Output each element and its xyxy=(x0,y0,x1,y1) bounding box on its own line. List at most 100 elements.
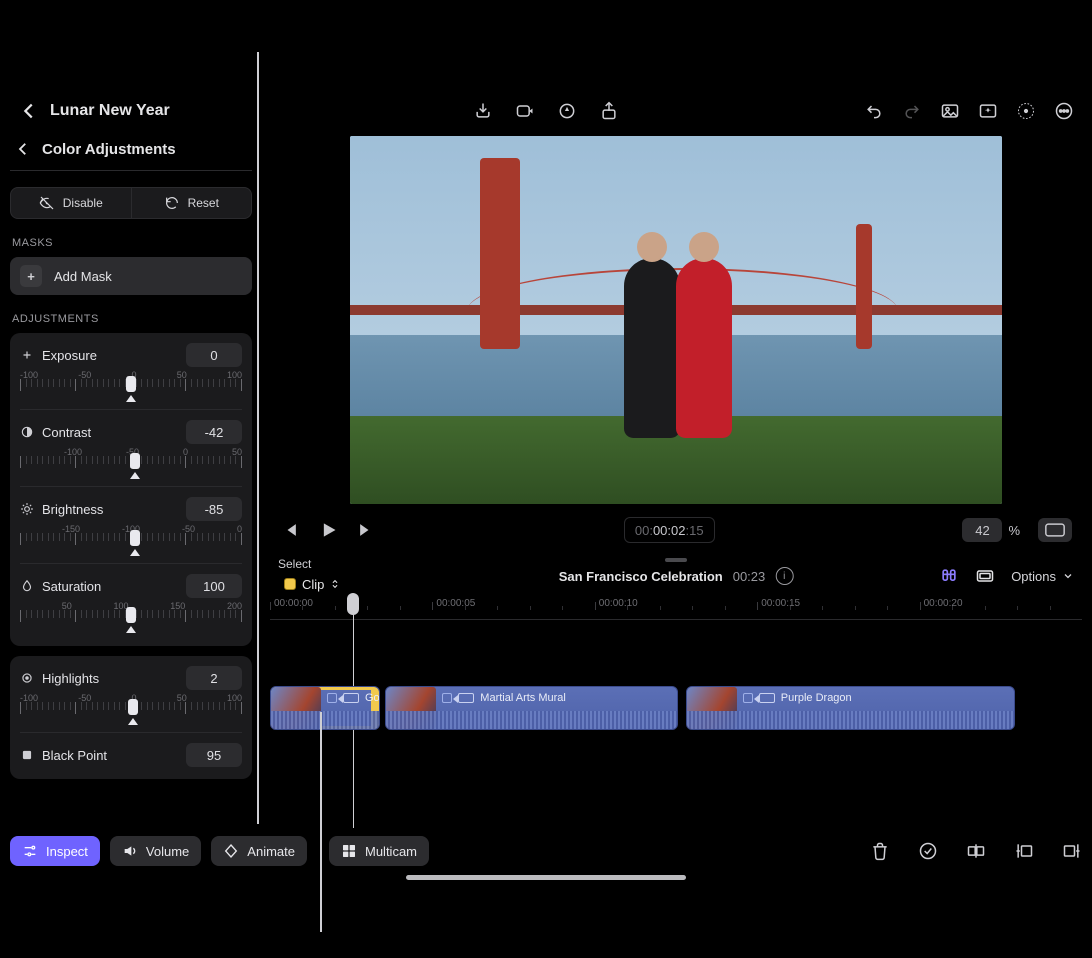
slider-handle-icon xyxy=(126,626,136,634)
bottom-right-tools xyxy=(870,841,1082,861)
adjustment-slider[interactable]: -100-50050100 xyxy=(20,373,242,401)
camera-icon xyxy=(458,693,474,703)
ruler-label: 00:00:15 xyxy=(761,598,800,609)
adjustment-value[interactable]: 0 xyxy=(186,343,242,367)
options-label: Options xyxy=(1011,569,1056,584)
approve-icon[interactable] xyxy=(918,841,938,861)
inspector-title: Color Adjustments xyxy=(42,141,176,158)
slider-thumb[interactable] xyxy=(128,699,138,715)
speaker-icon xyxy=(122,843,138,859)
viewer-area xyxy=(270,130,1082,510)
disable-button[interactable]: Disable xyxy=(10,187,132,219)
share-icon[interactable] xyxy=(599,101,619,121)
undo-icon[interactable] xyxy=(864,101,884,121)
chevron-up-down-icon xyxy=(330,579,340,589)
preview-viewer[interactable] xyxy=(350,136,1002,504)
play-icon[interactable] xyxy=(318,520,338,540)
camera-icon xyxy=(343,693,359,703)
adjustment-row: Contrast -42 xyxy=(20,420,242,444)
inspector-actions: Disable Reset xyxy=(10,187,252,219)
home-indicator xyxy=(406,875,686,880)
timecode-display[interactable]: 00: 00:02 :15 xyxy=(624,517,715,543)
trash-icon[interactable] xyxy=(870,841,890,861)
next-frame-icon[interactable] xyxy=(356,520,376,540)
slider-thumb[interactable] xyxy=(126,376,136,392)
info-icon[interactable]: i xyxy=(775,567,793,585)
timecode-main: 00:02 xyxy=(653,523,686,538)
titlebar-center-tools xyxy=(473,101,619,121)
timeline-ruler[interactable]: 00:00:0000:00:0500:00:1000:00:1500:00:20 xyxy=(270,596,1082,620)
chevron-down-icon xyxy=(1062,570,1074,582)
titlebar-right-tools xyxy=(864,101,1074,121)
timeline-tracks[interactable]: Golden Martial Arts Mural Purple Dragon xyxy=(270,630,1082,790)
fit-to-screen-button[interactable] xyxy=(1038,518,1072,542)
reset-button[interactable]: Reset xyxy=(132,187,253,219)
timeline-clip[interactable]: Golden xyxy=(270,686,380,730)
adjustment-row: Highlights 2 xyxy=(20,666,242,690)
timeline-header-right: Options xyxy=(939,566,1074,586)
adjustment-value[interactable]: 100 xyxy=(186,574,242,598)
project-title: Lunar New Year xyxy=(50,102,170,120)
add-mask-label: Add Mask xyxy=(54,269,112,284)
adjustment-label: Exposure xyxy=(42,348,97,363)
trim-start-icon[interactable] xyxy=(1014,841,1034,861)
add-mask-button[interactable]: + Add Mask xyxy=(10,257,252,295)
multicam-label: Multicam xyxy=(365,844,417,859)
adjustment-slider[interactable]: -100-50050100 xyxy=(20,696,242,724)
titlebar: Lunar New Year xyxy=(0,90,1092,132)
more-icon[interactable] xyxy=(1054,101,1074,121)
clip-name: Martial Arts Mural xyxy=(480,692,566,704)
adjustment-slider[interactable]: -100-50050 xyxy=(20,450,242,478)
slider-thumb[interactable] xyxy=(130,530,140,546)
clip-name: Purple Dragon xyxy=(781,692,852,704)
inspect-tab[interactable]: Inspect xyxy=(10,836,100,866)
slider-thumb[interactable] xyxy=(130,453,140,469)
callout-annotation xyxy=(320,712,322,932)
back-chevron-icon[interactable] xyxy=(18,100,40,122)
plus-icon: + xyxy=(20,265,42,287)
magnetic-icon[interactable] xyxy=(939,566,959,586)
clip-chip-label: Clip xyxy=(302,577,324,592)
adjustment-value[interactable]: -42 xyxy=(186,420,242,444)
adjustment-value[interactable]: -85 xyxy=(186,497,242,521)
adjustment-slider[interactable]: 50100150200 xyxy=(20,604,242,632)
timeline-options-button[interactable]: Options xyxy=(1011,569,1074,584)
timeline-clip[interactable]: Martial Arts Mural xyxy=(385,686,677,730)
eye-off-icon xyxy=(39,195,55,211)
drag-handle-icon[interactable] xyxy=(665,558,687,562)
volume-tab[interactable]: Volume xyxy=(110,836,201,866)
ruler-label: 00:00:20 xyxy=(924,598,963,609)
import-icon[interactable] xyxy=(473,101,493,121)
adjustment-slider[interactable]: -150-100-500 xyxy=(20,527,242,555)
adjustments-card-1: Exposure 0 -100-50050100 Contrast -42 -1… xyxy=(10,333,252,646)
trim-end-icon[interactable] xyxy=(1062,841,1082,861)
animate-label: Animate xyxy=(247,844,295,859)
timeline-clip[interactable]: Purple Dragon xyxy=(686,686,1015,730)
slider-thumb[interactable] xyxy=(126,607,136,623)
slider-handle-icon xyxy=(126,395,136,403)
animate-tab[interactable]: Animate xyxy=(211,836,307,866)
back-chevron-icon[interactable] xyxy=(14,140,32,158)
record-voiceover-icon[interactable] xyxy=(515,101,535,121)
split-icon[interactable] xyxy=(966,841,986,861)
adjustment-value[interactable]: 95 xyxy=(186,743,242,767)
backgrounds-icon[interactable] xyxy=(940,101,960,121)
titles-icon[interactable] xyxy=(557,101,577,121)
effects-icon[interactable] xyxy=(978,101,998,121)
slider-handle-icon xyxy=(130,549,140,557)
storyboard-icon[interactable] xyxy=(975,566,995,586)
person-shape xyxy=(624,258,680,438)
grid-icon xyxy=(341,843,357,859)
bridge-tower-shape xyxy=(480,158,520,349)
adjustment-value[interactable]: 2 xyxy=(186,666,242,690)
adjustment-label: Contrast xyxy=(42,425,91,440)
ruler-label: 00:00:10 xyxy=(599,598,638,609)
multicam-tab[interactable]: Multicam xyxy=(329,836,429,866)
playhead-knob[interactable] xyxy=(347,593,359,615)
prev-frame-icon[interactable] xyxy=(280,520,300,540)
clip-type-chip[interactable]: Clip xyxy=(278,573,346,595)
zoom-control[interactable]: 42 % xyxy=(962,518,1020,542)
live-drawing-icon[interactable] xyxy=(1016,101,1036,121)
keyframe-icon xyxy=(223,843,239,859)
clip-waveform xyxy=(687,711,1014,729)
